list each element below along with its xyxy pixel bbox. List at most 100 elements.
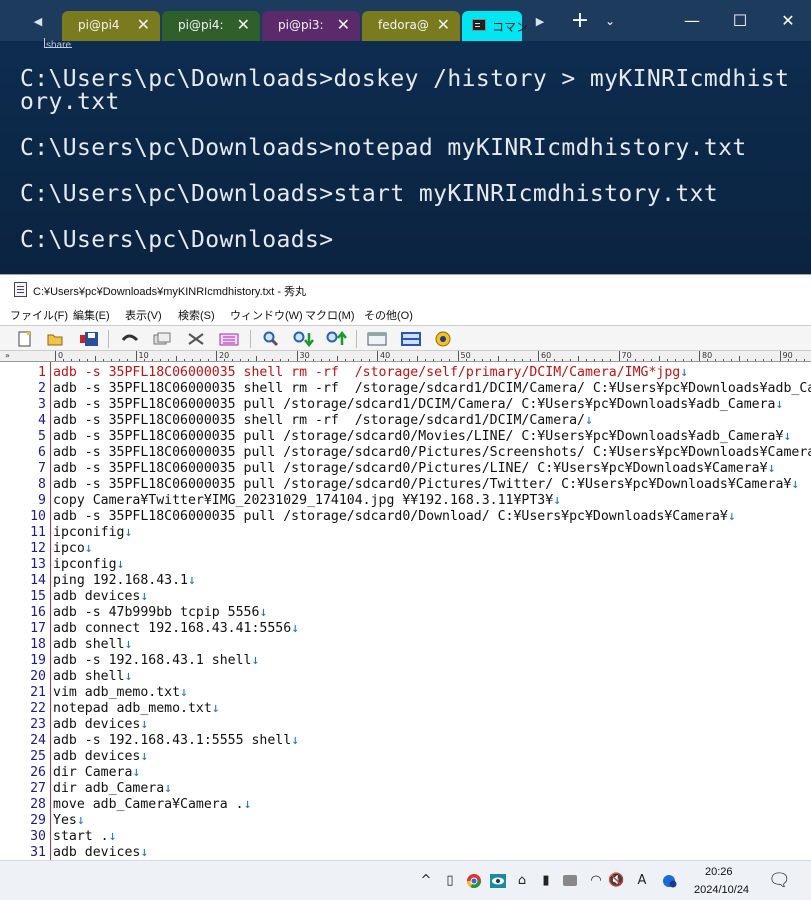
editor-line[interactable]: 16 adb -s 47b999bb tcpip 5556↓ xyxy=(0,605,811,621)
menu-window[interactable]: ウィンドウ(W) xyxy=(230,307,303,323)
chat-icon[interactable] xyxy=(562,873,578,889)
notification-icon[interactable]: 🗨 xyxy=(768,872,791,890)
save-icon[interactable] xyxy=(80,330,100,348)
terminal-output[interactable]: C:\Users\pc\Downloads>doskey /history > … xyxy=(20,68,800,274)
search-up-icon[interactable] xyxy=(325,330,347,348)
split-window-icon[interactable] xyxy=(400,330,421,348)
tab-pi-pi4[interactable]: pi@pi4 ✕ xyxy=(62,11,160,41)
tab-pi-pi3[interactable]: pi@pi3: ✕ xyxy=(262,11,360,41)
editor-line[interactable]: 9 copy Camera¥Twitter¥IMG_20231029_174104… xyxy=(0,493,811,509)
editor-line[interactable]: 17 adb connect 192.168.43.41:5556↓ xyxy=(0,621,811,637)
usb-device-icon[interactable]: ▯ xyxy=(442,873,458,889)
help-icon[interactable] xyxy=(434,330,454,348)
speaker-muted-icon[interactable]: 🔇 xyxy=(608,873,624,889)
editor-line[interactable]: 14 ping 192.168.43.1↓ xyxy=(0,573,811,589)
ruler-label: 0 xyxy=(58,351,64,360)
network-device-icon[interactable]: ⌂ xyxy=(514,873,530,889)
menu-view[interactable]: 表示(V) xyxy=(125,307,162,323)
editor-line[interactable]: 11 ipconifig↓ xyxy=(0,525,811,541)
close-window-button[interactable]: ✕ xyxy=(768,7,808,35)
maximize-button[interactable]: ☐ xyxy=(720,7,760,35)
editor-text-area[interactable]: 1 adb -s 35PFL18C06000035 shell rm -rf /s… xyxy=(0,362,811,860)
editor-line[interactable]: 18 adb shell↓ xyxy=(0,637,811,653)
terminal-window: ◀ pi@pi4 ✕ pi@pi4: ✕ pi@pi3: ✕ fedora@ ✕… xyxy=(0,0,811,274)
tab-pi-pi4-2[interactable]: pi@pi4: ✕ xyxy=(162,11,260,41)
editor-line[interactable]: 21 vim adb_memo.txt↓ xyxy=(0,685,811,701)
tab-label: コマン xyxy=(492,20,529,34)
line-number: 7 xyxy=(38,461,46,476)
editor-line[interactable]: 31 adb devices↓ xyxy=(0,845,811,860)
close-icon[interactable]: ✕ xyxy=(237,16,250,34)
editor-line[interactable]: 8 adb -s 35PFL18C06000035 pull /storage/s… xyxy=(0,477,811,493)
clock-date[interactable]: 2024/10/24 xyxy=(694,884,749,896)
editor-line[interactable]: 30 start .↓ xyxy=(0,829,811,845)
window-switch-icon[interactable] xyxy=(366,330,387,348)
line-text: notepad adb_memo.txt↓ xyxy=(53,701,220,717)
editor-line[interactable]: 19 adb -s 192.168.43.1 shell↓ xyxy=(0,653,811,669)
ruler-tick xyxy=(55,351,56,361)
cut-icon[interactable] xyxy=(186,330,206,348)
scroll-right-icon[interactable]: ▶ xyxy=(528,10,552,34)
minimize-button[interactable]: — xyxy=(672,7,712,35)
menu-macro[interactable]: マクロ(M) xyxy=(305,307,355,323)
editor-line[interactable]: 5 adb -s 35PFL18C06000035 pull /storage/s… xyxy=(0,429,811,445)
line-number: 12 xyxy=(30,541,46,556)
editor-line[interactable]: 3 adb -s 35PFL18C06000035 pull /storage/s… xyxy=(0,397,811,413)
close-icon[interactable]: ✕ xyxy=(337,16,350,34)
menu-file[interactable]: ファイル(F) xyxy=(10,307,68,323)
eye-app-icon[interactable] xyxy=(490,873,506,889)
ime-mode-indicator[interactable]: A xyxy=(634,873,650,889)
line-number: 9 xyxy=(38,493,46,508)
editor-line[interactable]: 1 adb -s 35PFL18C06000035 shell rm -rf /s… xyxy=(0,365,811,381)
new-file-icon[interactable] xyxy=(16,330,36,348)
line-number: 8 xyxy=(38,477,46,492)
menu-search[interactable]: 検索(S) xyxy=(178,307,215,323)
onedrive-icon[interactable] xyxy=(660,873,677,889)
line-content: ping 192.168.43.1 xyxy=(53,573,188,588)
editor-line[interactable]: 25 adb devices↓ xyxy=(0,749,811,765)
line-content: vim adb_memo.txt xyxy=(53,685,181,700)
editor-line[interactable]: 22 notepad adb_memo.txt↓ xyxy=(0,701,811,717)
clock-time[interactable]: 20:26 xyxy=(705,866,733,878)
undo-icon[interactable] xyxy=(120,330,140,348)
editor-line[interactable]: 23 adb devices↓ xyxy=(0,717,811,733)
menu-edit[interactable]: 編集(E) xyxy=(73,307,110,323)
line-content: adb shell xyxy=(53,669,125,684)
chevron-down-icon[interactable]: ⌄ xyxy=(590,7,630,35)
open-folder-icon[interactable] xyxy=(46,330,66,348)
line-content: adb devices xyxy=(53,589,141,604)
tab-fedora[interactable]: fedora@ ✕ xyxy=(362,11,460,41)
editor-line[interactable]: 27 dir adb_Camera↓ xyxy=(0,781,811,797)
line-number: 31 xyxy=(30,845,46,860)
editor-line[interactable]: 13 ipconfig↓ xyxy=(0,557,811,573)
editor-line[interactable]: 10 adb -s 35PFL18C06000035 pull /storage/… xyxy=(0,509,811,525)
editor-title-bar[interactable]: C:¥Users¥pc¥Downloads¥myKINRIcmdhistory.… xyxy=(0,274,811,303)
editor-line[interactable]: 29 Yes↓ xyxy=(0,813,811,829)
chevron-up-icon[interactable]: ^ xyxy=(418,873,434,889)
editor-line[interactable]: 26 dir Camera↓ xyxy=(0,765,811,781)
line-content: notepad adb_memo.txt xyxy=(53,701,212,716)
menu-other[interactable]: その他(O) xyxy=(364,307,413,323)
editor-line[interactable]: 4 adb -s 35PFL18C06000035 shell rm -rf /s… xyxy=(0,413,811,429)
close-icon[interactable]: ✕ xyxy=(137,16,150,34)
copy-icon[interactable] xyxy=(152,330,172,348)
search-down-icon[interactable] xyxy=(292,330,314,348)
wifi-icon[interactable]: ◠ xyxy=(588,873,604,889)
search-icon[interactable] xyxy=(262,330,282,348)
editor-line[interactable]: 28 move adb_Camera¥Camera .↓ xyxy=(0,797,811,813)
toolbar xyxy=(0,325,811,351)
tab-command-prompt[interactable]: コマン xyxy=(462,11,528,41)
close-icon[interactable]: ✕ xyxy=(437,16,450,34)
paste-icon[interactable] xyxy=(218,330,239,348)
editor-line[interactable]: 12 ipco↓ xyxy=(0,541,811,557)
chrome-icon[interactable] xyxy=(466,873,482,889)
editor-line[interactable]: 24 adb -s 192.168.43.1:5555 shell↓ xyxy=(0,733,811,749)
battery-icon[interactable]: ▮ xyxy=(538,873,554,889)
editor-line[interactable]: 2 adb -s 35PFL18C06000035 shell rm -rf /s… xyxy=(0,381,811,397)
line-text: adb -s 35PFL18C06000035 pull /storage/sd… xyxy=(53,509,736,525)
editor-line[interactable]: 7 adb -s 35PFL18C06000035 pull /storage/s… xyxy=(0,461,811,477)
scroll-left-icon[interactable]: ◀ xyxy=(26,10,50,34)
editor-line[interactable]: 15 adb devices↓ xyxy=(0,589,811,605)
editor-line[interactable]: 20 adb shell↓ xyxy=(0,669,811,685)
editor-line[interactable]: 6 adb -s 35PFL18C06000035 pull /storage/s… xyxy=(0,445,811,461)
